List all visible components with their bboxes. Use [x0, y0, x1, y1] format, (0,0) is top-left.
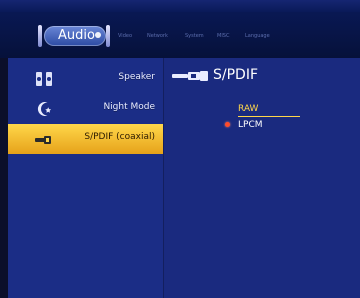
sidebar-item-spdif[interactable]: S/PDIF (coaxial) — [8, 124, 163, 154]
sidebar-item-label: Speaker — [118, 72, 155, 82]
top-glow — [0, 0, 360, 12]
tab-left-cap — [38, 25, 42, 47]
tab-video[interactable]: Video — [118, 33, 132, 39]
tab-network[interactable]: Network — [147, 33, 168, 39]
tab-system[interactable]: System — [185, 33, 204, 39]
sidebar-item-night-mode[interactable]: Night Mode — [8, 94, 163, 124]
sidebar-item-label: S/PDIF (coaxial) — [84, 132, 155, 142]
speaker-icon — [36, 72, 52, 86]
spdif-plug-icon — [172, 71, 208, 81]
option-lpcm[interactable]: LPCM — [238, 120, 263, 130]
settings-sidebar: Speaker Night Mode S/PDIF (coaxial) — [8, 58, 164, 298]
sidebar-item-speaker[interactable]: Speaker — [8, 64, 163, 94]
detail-panel — [163, 58, 360, 298]
detail-title: S/PDIF — [213, 67, 259, 83]
sidebar-item-label: Night Mode — [103, 102, 155, 112]
tab-indicator-icon — [95, 32, 101, 38]
screen: Audio Video Network System MISC Language… — [0, 0, 360, 298]
option-raw-highlight — [238, 116, 300, 117]
selected-radio-icon — [225, 122, 230, 127]
moon-star-icon — [37, 102, 52, 116]
top-bar: Audio Video Network System MISC Language — [0, 0, 360, 58]
tab-language[interactable]: Language — [245, 33, 270, 39]
option-raw[interactable]: RAW — [238, 104, 258, 114]
tab-right-cap — [106, 25, 110, 47]
tab-misc[interactable]: MISC — [217, 33, 229, 39]
spdif-plug-icon — [35, 136, 51, 144]
tab-audio-label: Audio — [58, 28, 95, 43]
